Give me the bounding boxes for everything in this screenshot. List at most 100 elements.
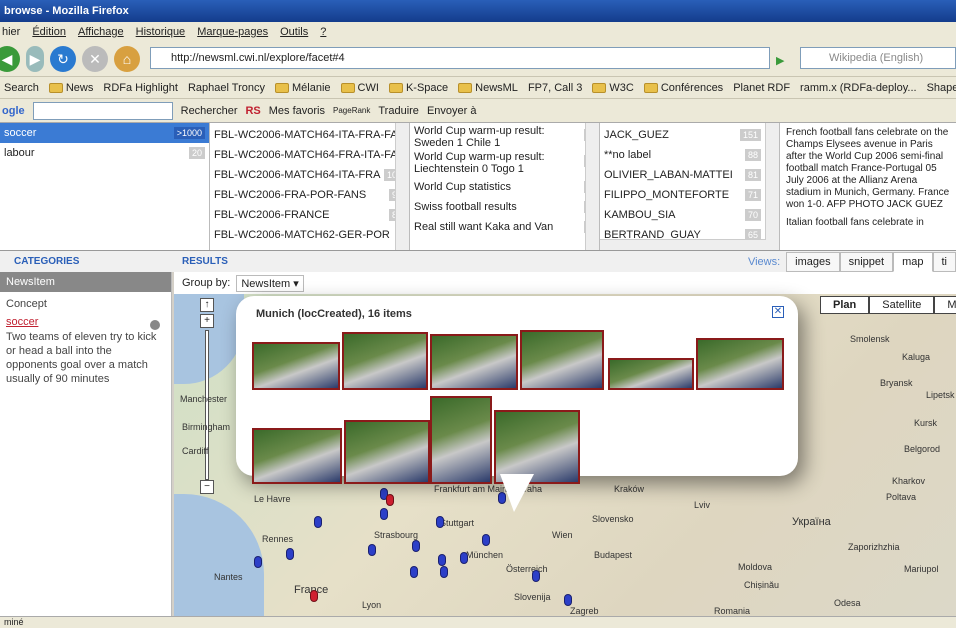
bookmark-item[interactable]: W3C	[592, 82, 634, 94]
zoom-out-icon[interactable]: −	[200, 480, 214, 494]
tab-map[interactable]: map	[893, 252, 933, 272]
facet-item[interactable]: JACK_GUEZ 151	[600, 125, 779, 145]
menu-file[interactable]: hier	[2, 26, 20, 38]
facet-item[interactable]: labour 20	[0, 143, 209, 163]
menu-help[interactable]: ?	[320, 26, 326, 38]
map-marker[interactable]	[564, 594, 572, 606]
stop-icon[interactable]: ✕	[82, 46, 108, 72]
rs-button[interactable]: RS	[245, 105, 260, 117]
menu-edit[interactable]: Édition	[32, 26, 66, 38]
facet-item[interactable]: FBL-WC2006-FRA-POR-FANS99	[210, 185, 409, 205]
facet-item[interactable]: Swiss football results1	[410, 197, 599, 217]
thumbnail-image[interactable]	[494, 410, 580, 484]
map-marker[interactable]	[386, 494, 394, 506]
thumbnail-image[interactable]	[520, 330, 604, 390]
map-marker[interactable]	[254, 556, 262, 568]
zoom-slider[interactable]	[205, 330, 209, 480]
facet-item[interactable]: World Cup statistics1	[410, 177, 599, 197]
bookmark-item[interactable]: News	[48, 82, 93, 94]
map-marker[interactable]	[438, 554, 446, 566]
send-to-button[interactable]: Envoyer à	[427, 105, 477, 117]
google-search-button[interactable]: Rechercher	[181, 105, 238, 117]
translate-button[interactable]: Traduire	[378, 105, 419, 117]
google-search-input[interactable]	[32, 101, 173, 120]
url-input[interactable]: http://newsml.cwi.nl/explore/facet#4	[150, 47, 770, 69]
thumbnail-image[interactable]	[696, 338, 784, 390]
map-type-plan[interactable]: Plan	[820, 296, 870, 314]
bookmark-item[interactable]: ramm.x (RDFa-deploy...	[800, 82, 917, 94]
map-marker[interactable]	[380, 508, 388, 520]
map-marker[interactable]	[368, 544, 376, 556]
facet-item[interactable]: FILIPPO_MONTEFORTE 71	[600, 185, 779, 205]
thumbnail-image[interactable]	[344, 420, 430, 484]
map-marker[interactable]	[482, 534, 490, 546]
reload-icon[interactable]: ↻	[50, 46, 76, 72]
map-marker[interactable]	[314, 516, 322, 528]
thumbnail-image[interactable]	[252, 342, 340, 390]
facet-item[interactable]: Real still want Kaka and Van1	[410, 217, 599, 237]
bookmark-item[interactable]: FP7, Call 3	[528, 82, 582, 94]
favorites-button[interactable]: Mes favoris	[269, 105, 325, 117]
sidebar-item-newsitem[interactable]: NewsItem	[0, 272, 171, 292]
map-marker[interactable]	[460, 552, 468, 564]
bookmark-item[interactable]: CWI	[340, 82, 379, 94]
caption-text[interactable]: Italian football fans celebrate in	[786, 217, 950, 229]
pan-up-icon[interactable]: ↑	[200, 298, 214, 312]
facet-item[interactable]: FBL-WC2006-MATCH64-ITA-FRA-FANS	[210, 125, 409, 145]
thumbnail-image[interactable]	[252, 428, 342, 484]
facet-scrollbar[interactable]	[585, 123, 599, 251]
facet-item[interactable]: World Cup warm-up result: Sweden 1 Chile…	[410, 125, 599, 151]
thumbnail-image[interactable]	[608, 358, 694, 390]
facet-scrollbar[interactable]	[765, 123, 779, 251]
map-marker[interactable]	[436, 516, 444, 528]
facet-item[interactable]: FBL-WC2006-MATCH64-FRA-ITA-FAN	[210, 145, 409, 165]
bookmark-item[interactable]: Raphael Troncy	[188, 82, 265, 94]
menu-bookmarks[interactable]: Marque-pages	[197, 26, 268, 38]
map-type-mixed[interactable]: M	[934, 296, 956, 314]
go-icon[interactable]: ▶	[776, 54, 784, 67]
remove-concept-icon[interactable]	[150, 320, 160, 330]
thumbnail-image[interactable]	[430, 334, 518, 390]
bookmark-item[interactable]: NewsML	[458, 82, 518, 94]
close-icon[interactable]: ✕	[772, 306, 784, 318]
facet-item[interactable]: OLIVIER_LABAN-MATTEI 81	[600, 165, 779, 185]
home-icon[interactable]: ⌂	[114, 46, 140, 72]
facet-item[interactable]: soccer >1000	[0, 123, 209, 143]
map-marker[interactable]	[440, 566, 448, 578]
back-icon[interactable]: ◀	[0, 46, 20, 72]
bookmark-item[interactable]: RDFa Highlight	[103, 82, 178, 94]
facet-item[interactable]: FBL-WC2006-MATCH64-ITA-FRA101	[210, 165, 409, 185]
bookmark-item[interactable]: Conférences	[643, 82, 723, 94]
bookmark-item[interactable]: K-Space	[388, 82, 448, 94]
menu-tools[interactable]: Outils	[280, 26, 308, 38]
facet-item[interactable]: KAMBOU_SIA 70	[600, 205, 779, 225]
facet-item[interactable]: FBL-WC2006-FRANCE84	[210, 205, 409, 225]
facet-item[interactable]: World Cup warm-up result: Liechtenstein …	[410, 151, 599, 177]
bookmark-item[interactable]: Mélanie	[275, 82, 331, 94]
tab-images[interactable]: images	[786, 252, 840, 272]
map-marker[interactable]	[410, 566, 418, 578]
map-marker[interactable]	[532, 570, 540, 582]
facet-item[interactable]: FBL-WC2006-MATCH62-GER-POR	[210, 225, 409, 245]
tab-snippet[interactable]: snippet	[839, 252, 894, 272]
group-by-select[interactable]: NewsItem ▾	[236, 274, 304, 292]
facet-item[interactable]: **no label 88	[600, 145, 779, 165]
tab-timeline[interactable]: ti	[932, 252, 956, 272]
map-marker[interactable]	[286, 548, 294, 560]
bookmark-item[interactable]: ShapeShift	[927, 82, 956, 94]
thumbnail-image[interactable]	[430, 396, 492, 484]
concept-link[interactable]: soccer	[0, 316, 171, 328]
menu-view[interactable]: Affichage	[78, 26, 124, 38]
caption-text[interactable]: French football fans celebrate on the Ch…	[786, 127, 950, 211]
forward-icon[interactable]: ▶	[26, 46, 44, 72]
zoom-in-icon[interactable]: +	[200, 314, 214, 328]
map-marker[interactable]	[310, 590, 318, 602]
search-input[interactable]: Wikipedia (English)	[800, 47, 956, 69]
bookmark-item[interactable]: Planet RDF	[733, 82, 790, 94]
bookmark-item[interactable]: Search	[4, 82, 39, 94]
facet-scrollbar[interactable]	[395, 123, 409, 251]
menu-history[interactable]: Historique	[136, 26, 186, 38]
thumbnail-image[interactable]	[342, 332, 428, 390]
map-type-satellite[interactable]: Satellite	[869, 296, 935, 314]
map-marker[interactable]	[412, 540, 420, 552]
